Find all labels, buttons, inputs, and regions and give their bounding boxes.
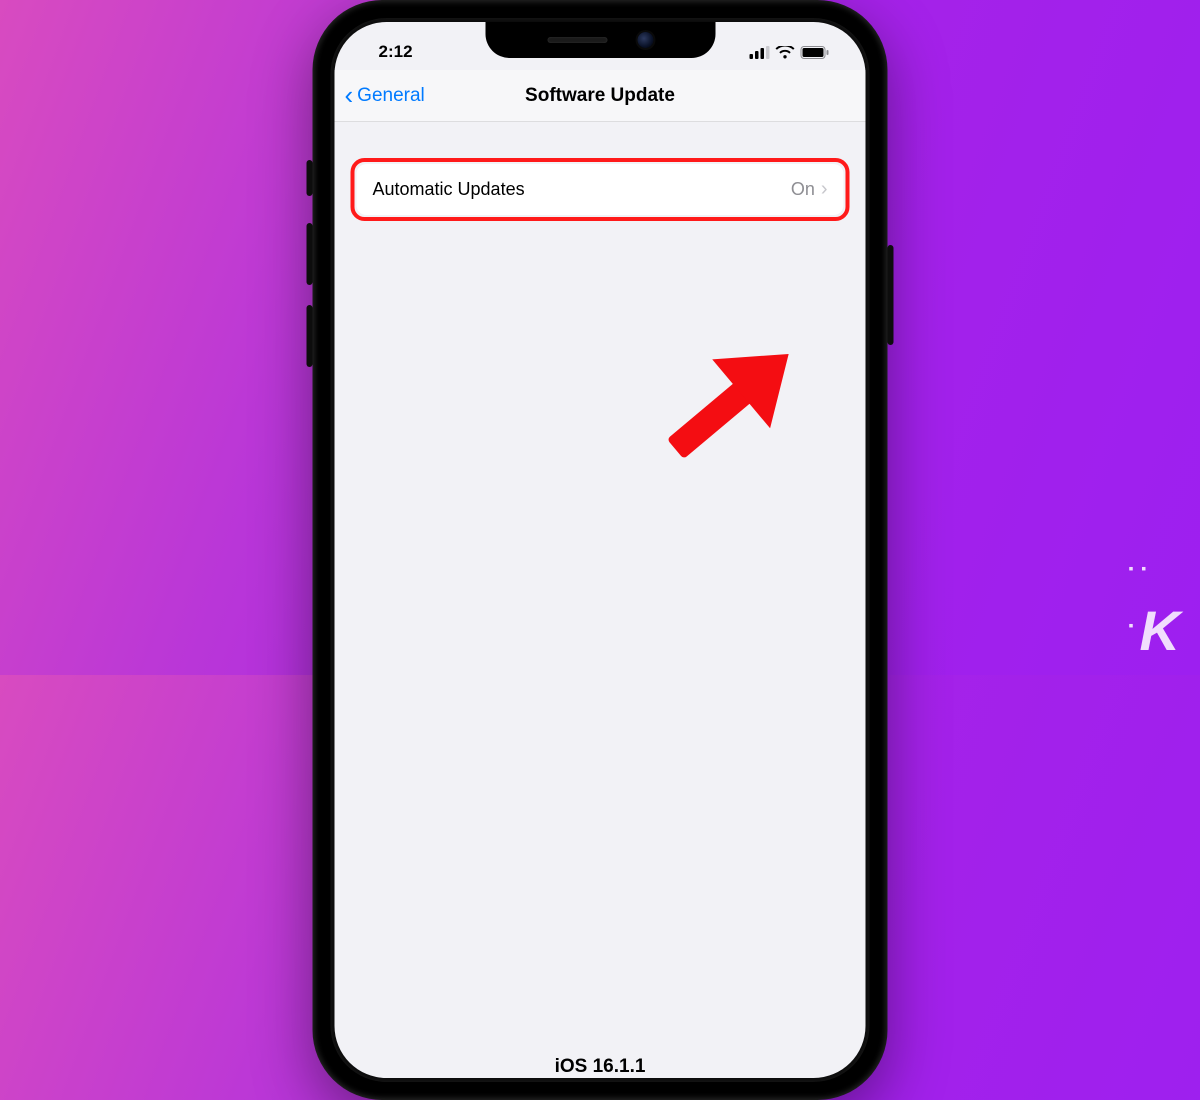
power-button — [888, 245, 894, 345]
watermark-logo: ▪ ▪▪K — [1133, 580, 1180, 663]
volume-down-button — [307, 305, 313, 367]
phone-frame: 2:12 — [313, 0, 888, 1100]
cell-value: On — [791, 179, 815, 200]
annotation-arrow-icon — [617, 308, 817, 508]
page-title: Software Update — [525, 85, 675, 107]
status-time: 2:12 — [363, 42, 413, 62]
volume-up-button — [307, 223, 313, 285]
phone-screen: 2:12 — [335, 22, 866, 1078]
notch — [485, 22, 715, 58]
automatic-updates-cell[interactable]: Automatic Updates On › — [357, 164, 844, 215]
front-camera — [637, 32, 653, 48]
content-area: Automatic Updates On › — [335, 122, 866, 221]
nav-bar: ‹ General Software Update — [335, 70, 866, 122]
status-icons — [750, 46, 838, 59]
cellular-icon — [750, 46, 770, 59]
chevron-left-icon: ‹ — [345, 82, 354, 108]
back-button[interactable]: ‹ General — [345, 84, 425, 108]
earpiece-speaker — [547, 37, 607, 43]
highlight-annotation: Automatic Updates On › — [351, 158, 850, 221]
back-label: General — [357, 85, 425, 107]
wifi-icon — [776, 46, 795, 59]
cell-label: Automatic Updates — [373, 179, 525, 200]
ios-version-label: iOS 16.1.1 — [335, 1056, 866, 1078]
battery-icon — [801, 46, 830, 59]
mute-switch — [307, 160, 313, 196]
chevron-right-icon: › — [821, 178, 828, 201]
